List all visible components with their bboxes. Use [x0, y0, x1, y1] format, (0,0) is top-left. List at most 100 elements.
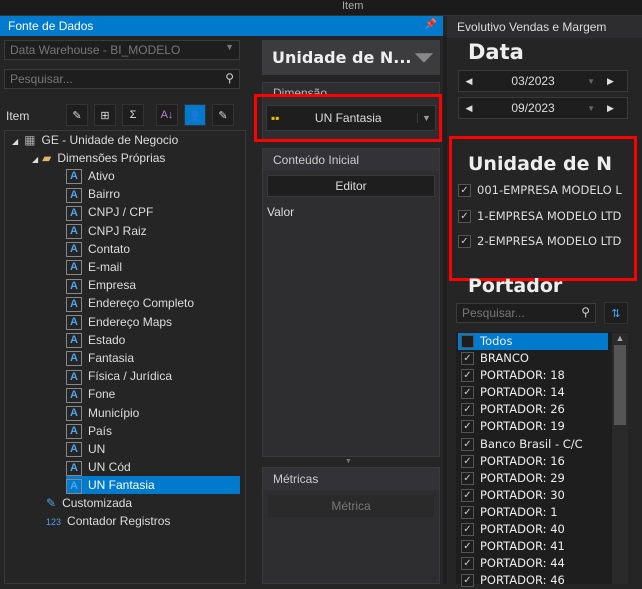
checkbox-checked[interactable]: ✓	[458, 235, 471, 248]
checkbox-checked[interactable]: ✓	[461, 505, 474, 519]
portador-search-input[interactable]: Pesquisar... ⚲	[456, 303, 596, 323]
portador-option[interactable]: ✓ PORTADOR: 44	[458, 555, 608, 572]
dimension-select[interactable]: ▪▪ UN Fantasia ▼	[266, 105, 436, 131]
scrollbar[interactable]: ▲	[612, 333, 628, 584]
tree-item[interactable]: A Contato	[66, 240, 130, 258]
tree-item[interactable]: A Endereço Maps	[66, 313, 172, 331]
checkbox-checked[interactable]: ✓	[461, 523, 474, 536]
portador-option[interactable]: ✓ PORTADOR: 26	[458, 401, 608, 418]
scroll-thumb[interactable]	[614, 345, 626, 425]
checkbox-checked[interactable]: ✓	[461, 386, 474, 400]
checkbox-checked[interactable]: ✓	[461, 574, 474, 588]
portador-option[interactable]: ✓ Banco Brasil - C/C	[458, 436, 608, 453]
checkbox-checked[interactable]: ✓	[461, 471, 474, 485]
portador-option[interactable]: ✓ BRANCO	[458, 350, 608, 367]
checkbox-checked[interactable]: ✓	[461, 420, 474, 434]
search-placeholder: Pesquisar...	[462, 306, 525, 320]
checkbox-checked[interactable]: ✓	[461, 403, 474, 417]
editor-button[interactable]: Editor	[267, 175, 435, 197]
portador-label: PORTADOR: 46	[480, 573, 565, 588]
date-to[interactable]: ◀ 09/2023 ▼ ▶	[458, 97, 628, 119]
tree-item[interactable]: A CNPJ / CPF	[66, 203, 153, 221]
prev-icon[interactable]: ◀	[459, 103, 479, 114]
tree-label: Customizada	[62, 496, 133, 510]
tree-item[interactable]: A Física / Jurídica	[66, 367, 172, 385]
checkbox-checked[interactable]: ✓	[461, 540, 474, 554]
checkbox-checked[interactable]: ✓	[461, 437, 474, 451]
date-to-value: 09/2023	[511, 101, 555, 115]
tree-item[interactable]: A E-mail	[66, 258, 122, 276]
metric-button[interactable]: Métrica	[268, 495, 434, 517]
initial-content-label: Conteúdo Inicial	[263, 149, 439, 171]
tree-item[interactable]: A UN	[66, 440, 105, 458]
next-icon[interactable]: ▶	[607, 103, 627, 114]
splitter[interactable]	[443, 36, 447, 584]
attribute-icon: A	[66, 405, 82, 421]
tree-item[interactable]: A Endereço Completo	[66, 294, 194, 312]
portador-label: PORTADOR: 41	[480, 539, 565, 554]
unit-option[interactable]: ✓ 001-EMPRESA MODELO L	[458, 183, 622, 197]
unit-option[interactable]: ✓ 1-EMPRESA MODELO LTD	[458, 209, 622, 223]
checkbox-checked[interactable]: ✓	[458, 184, 471, 197]
tree-item[interactable]: 123 Contador Registros	[46, 512, 170, 530]
tree-item[interactable]: A Fantasia	[66, 349, 134, 367]
pin-icon[interactable]: 📌	[425, 19, 437, 30]
tree-item[interactable]: A Estado	[66, 331, 125, 349]
edit-item-icon[interactable]: ✎	[66, 104, 88, 126]
portador-option[interactable]: ✓ PORTADOR: 30	[458, 487, 608, 504]
tree-item[interactable]: A CNPJ Raiz	[66, 222, 147, 240]
data-source-select[interactable]: Data Warehouse - BI_MODELO ▼	[4, 40, 240, 60]
next-icon[interactable]: ▶	[607, 76, 627, 87]
date-from[interactable]: ◀ 03/2023 ▼ ▶	[458, 70, 628, 92]
portador-option[interactable]: ✓ PORTADOR: 16	[458, 453, 608, 470]
search-input[interactable]: Pesquisar... ⚲	[4, 69, 240, 89]
tree-item[interactable]: A Fone	[66, 385, 115, 403]
edit-list-icon[interactable]: ✎	[212, 104, 234, 126]
checkbox-checked[interactable]: ✓	[458, 209, 471, 223]
chevron-down-icon[interactable]: ▼	[587, 104, 595, 113]
prev-icon[interactable]: ◀	[459, 76, 479, 87]
portador-option[interactable]: ✓ PORTADOR: 14	[458, 384, 608, 401]
add-hierarchy-icon[interactable]: ⊞	[94, 104, 116, 126]
sort-toggle-icon[interactable]: ⇅	[604, 302, 628, 324]
tree-item[interactable]: A País	[66, 422, 112, 440]
portador-title: Portador	[468, 275, 563, 297]
checkbox-checked[interactable]: ✓	[461, 454, 474, 468]
portador-option[interactable]: ✓ PORTADOR: 1	[458, 504, 608, 521]
tree-item[interactable]: A UN Cód	[66, 458, 131, 476]
splitter-arrow-icon[interactable]: ▼	[345, 458, 352, 465]
tree-root[interactable]: ◢ ▦ GE - Unidade de Negocio	[12, 131, 178, 149]
portador-option[interactable]: ✓ PORTADOR: 40	[458, 521, 608, 538]
checkbox-checked[interactable]: ✓	[461, 352, 474, 365]
portador-label: PORTADOR: 30	[480, 487, 565, 502]
tree-item[interactable]: A Município	[66, 404, 139, 422]
tab-evolutivo[interactable]: Evolutivo Vendas e Margem	[447, 16, 642, 38]
tree-folder[interactable]: ◢ ▰ Dimensões Próprias	[32, 149, 165, 167]
attribute-icon: A	[66, 351, 82, 367]
custom-icon: ✎	[46, 496, 57, 510]
tree-item[interactable]: A Bairro	[66, 185, 120, 203]
checkbox-checked[interactable]: ✓	[461, 369, 474, 383]
user-sort-icon[interactable]: 👤	[184, 104, 206, 126]
portador-option[interactable]: ✓ PORTADOR: 19	[458, 418, 608, 435]
tree-item[interactable]: A UN Fantasia	[66, 476, 240, 495]
tree-item[interactable]: A Empresa	[66, 276, 136, 294]
checkbox-checked[interactable]: ✓	[461, 557, 474, 571]
chevron-down-icon[interactable]: ▼	[587, 77, 595, 86]
tree-item[interactable]: A Ativo	[66, 167, 115, 185]
expand-icon[interactable]: ◢	[32, 155, 38, 164]
folder-icon: ▰	[42, 151, 52, 165]
portador-option[interactable]: ✓ PORTADOR: 29	[458, 470, 608, 487]
checkbox[interactable]	[461, 335, 474, 348]
portador-option[interactable]: ✓ PORTADOR: 18	[458, 367, 608, 384]
portador-option[interactable]: ✓ PORTADOR: 46	[458, 572, 608, 589]
checkbox-checked[interactable]: ✓	[461, 488, 474, 502]
sort-az-icon[interactable]: A↓	[156, 104, 178, 126]
scroll-up-icon[interactable]: ▲	[612, 333, 628, 343]
add-sum-icon[interactable]: Σ	[122, 104, 144, 126]
portador-option[interactable]: ✓ PORTADOR: 41	[458, 538, 608, 555]
unit-option[interactable]: ✓ 2-EMPRESA MODELO LTD	[458, 234, 622, 248]
tree-item[interactable]: ✎ Customizada	[46, 494, 132, 512]
expand-icon[interactable]: ◢	[12, 137, 18, 146]
portador-all[interactable]: Todos	[458, 333, 608, 350]
